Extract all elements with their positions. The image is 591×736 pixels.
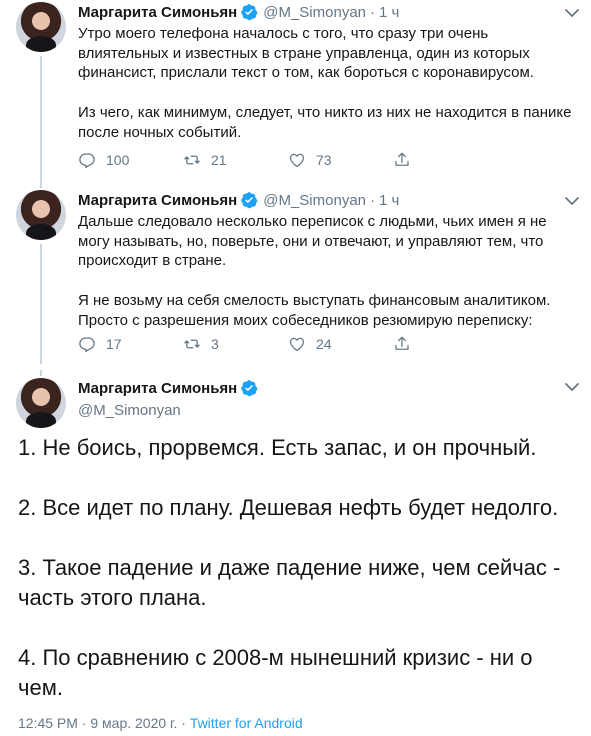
tweet-2[interactable]: Маргарита Симоньян @M_Simonyan · 1 ч Дал… xyxy=(0,180,591,370)
tweet-actions: 17 3 24 xyxy=(78,334,498,354)
share-button[interactable] xyxy=(393,150,498,170)
share-icon xyxy=(395,336,409,350)
like-count: 24 xyxy=(316,336,332,352)
verified-badge-icon xyxy=(241,192,258,209)
meta-separator: · xyxy=(177,715,190,731)
handle[interactable]: @M_Simonyan xyxy=(263,4,366,21)
main-tweet-text: 1. Не боись, прорвемся. Есть запас, и он… xyxy=(18,433,578,703)
separator-dot: · xyxy=(370,191,376,209)
main-tweet-paragraph: 1. Не боись, прорвемся. Есть запас, и он… xyxy=(18,435,537,460)
reply-icon xyxy=(79,337,95,353)
retweet-icon xyxy=(184,339,200,349)
display-name[interactable]: Маргарита Симоньян xyxy=(78,192,237,209)
main-tweet: Маргарита Симоньян @M_Simonyan 1. Не бои… xyxy=(0,370,591,736)
tweet-meta: 12:45 PM · 9 мар. 2020 г. · Twitter for … xyxy=(18,715,303,731)
heart-icon xyxy=(289,337,305,352)
tweet-paragraph: Утро моего телефона началось с того, что… xyxy=(78,25,534,82)
retweet-count: 3 xyxy=(211,336,219,352)
share-button[interactable] xyxy=(393,334,498,354)
timestamp[interactable]: 1 ч xyxy=(379,192,399,209)
like-button[interactable]: 24 xyxy=(288,334,393,354)
thread-line xyxy=(40,370,42,376)
display-name[interactable]: Маргарита Симоньян xyxy=(78,380,237,397)
timestamp[interactable]: 1 ч xyxy=(379,4,399,21)
retweet-icon xyxy=(184,155,200,165)
heart-icon xyxy=(289,153,305,168)
source-link[interactable]: Twitter for Android xyxy=(190,715,303,731)
chevron-down-icon[interactable] xyxy=(563,194,581,208)
main-tweet-paragraph: 2. Все идет по плану. Дешевая нефть буде… xyxy=(18,495,559,520)
tweet-1[interactable]: Маргарита Симоньян @M_Simonyan · 1 ч Утр… xyxy=(0,0,591,180)
chevron-down-icon[interactable] xyxy=(563,380,581,394)
thread-line xyxy=(40,244,42,364)
avatar[interactable] xyxy=(16,378,66,428)
retweet-button[interactable]: 3 xyxy=(183,334,288,354)
tweet-header: Маргарита Симоньян @M_Simonyan · 1 ч xyxy=(78,2,399,22)
like-count: 73 xyxy=(316,152,332,168)
main-tweet-header: Маргарита Симоньян @M_Simonyan xyxy=(78,378,258,419)
reply-button[interactable]: 17 xyxy=(78,334,183,354)
thread-line xyxy=(40,180,42,188)
handle[interactable]: @M_Simonyan xyxy=(78,402,258,419)
reply-count: 17 xyxy=(106,336,122,352)
avatar[interactable] xyxy=(16,2,66,52)
thread-line xyxy=(40,56,42,180)
avatar[interactable] xyxy=(16,190,66,240)
tweet-paragraph: Дальше следовало несколько переписок с л… xyxy=(78,213,547,270)
tweet-paragraph: Я не возьму на себя смелость выступать ф… xyxy=(78,291,551,329)
retweet-count: 21 xyxy=(211,152,227,168)
handle[interactable]: @M_Simonyan xyxy=(263,192,366,209)
reply-button[interactable]: 100 xyxy=(78,150,183,170)
chevron-down-icon[interactable] xyxy=(563,6,581,20)
tweet-text: Дальше следовало несколько переписок с л… xyxy=(78,212,578,330)
tweet-paragraph: Из чего, как минимум, следует, что никто… xyxy=(78,103,572,141)
retweet-button[interactable]: 21 xyxy=(183,150,288,170)
like-button[interactable]: 73 xyxy=(288,150,393,170)
verified-badge-icon xyxy=(241,380,258,397)
verified-badge-icon xyxy=(241,4,258,21)
separator-dot: · xyxy=(370,3,376,21)
main-tweet-paragraph: 4. По сравнению с 2008-м нынешний кризис… xyxy=(18,645,533,700)
tweet-text: Утро моего телефона началось с того, что… xyxy=(78,24,578,142)
share-icon xyxy=(395,152,409,166)
reply-icon xyxy=(79,153,95,169)
tweet-header: Маргарита Симоньян @M_Simonyan · 1 ч xyxy=(78,190,399,210)
reply-count: 100 xyxy=(106,152,130,168)
display-name[interactable]: Маргарита Симоньян xyxy=(78,4,237,21)
tweet-actions: 100 21 73 xyxy=(78,150,498,170)
main-tweet-paragraph: 3. Такое падение и даже падение ниже, че… xyxy=(18,555,561,610)
full-timestamp[interactable]: 12:45 PM · 9 мар. 2020 г. xyxy=(18,715,177,731)
